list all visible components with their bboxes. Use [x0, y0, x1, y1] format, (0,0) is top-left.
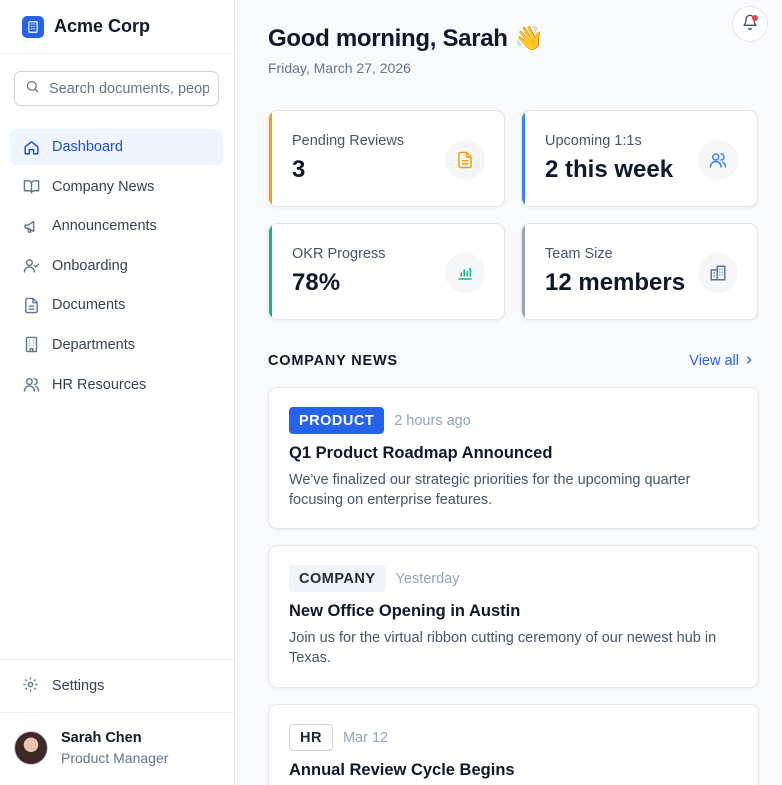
- news-title: New Office Opening in Austin: [289, 602, 521, 620]
- news-title: Q1 Product Roadmap Announced: [289, 444, 553, 462]
- main-content: Good morning, Sarah 👋 Friday, March 27, …: [236, 0, 782, 785]
- settings-label: Settings: [52, 678, 105, 694]
- building-icon: [698, 253, 738, 293]
- sidebar-item-label: Onboarding: [52, 257, 128, 274]
- stat-accent-bar: [522, 111, 525, 206]
- stat-label: OKR Progress: [292, 246, 386, 262]
- app-name: Acme Corp: [54, 16, 151, 36]
- user-profile[interactable]: Sarah Chen Product Manager: [14, 730, 168, 766]
- sidebar-item-label: Announcements: [52, 218, 157, 235]
- news-card[interactable]: PRODUCT 2 hours ago Q1 Product Roadmap A…: [268, 387, 759, 529]
- stat-value: 78%: [292, 269, 341, 296]
- stat-value: 3: [292, 156, 306, 183]
- megaphone-icon: [22, 217, 40, 235]
- sidebar-item-departments[interactable]: Departments: [10, 327, 223, 363]
- category-tag: HR: [289, 724, 333, 751]
- stat-card-team-size[interactable]: Team Size 12 members: [521, 223, 758, 320]
- users-icon: [698, 140, 738, 180]
- sidebar-item-label: HR Resources: [52, 376, 147, 393]
- current-date: Friday, March 27, 2026: [268, 60, 411, 76]
- user-check-icon: [22, 257, 40, 275]
- news-body: We've finalized our strategic priorities…: [289, 472, 691, 508]
- news-title: Annual Review Cycle Begins: [289, 761, 515, 779]
- user-role: Product Manager: [61, 750, 169, 766]
- bar-chart-icon: [445, 253, 485, 293]
- sidebar-item-hr-resources[interactable]: HR Resources: [10, 367, 223, 403]
- sidebar-item-company-news[interactable]: Company News: [10, 169, 223, 205]
- stat-accent-bar: [522, 224, 525, 319]
- stat-label: Team Size: [545, 246, 613, 262]
- users-icon: [22, 376, 40, 394]
- sidebar-item-documents[interactable]: Documents: [10, 287, 223, 323]
- stat-label: Upcoming 1:1s: [545, 133, 642, 149]
- sidebar-item-dashboard[interactable]: Dashboard: [10, 129, 223, 165]
- chevron-right-icon: [744, 353, 754, 369]
- brand[interactable]: Acme Corp: [0, 0, 234, 54]
- stat-accent-bar: [269, 224, 272, 319]
- home-icon: [22, 138, 40, 156]
- file-text-icon: [22, 296, 40, 314]
- sidebar: Acme Corp Dashboard Company News Announc…: [0, 0, 235, 785]
- notifications-button[interactable]: [732, 6, 768, 42]
- search-input[interactable]: [49, 80, 209, 97]
- stat-card-upcoming-1on1s[interactable]: Upcoming 1:1s 2 this week: [521, 110, 758, 207]
- sidebar-item-settings[interactable]: Settings: [0, 659, 234, 713]
- stat-value: 12 members: [545, 269, 686, 296]
- stat-label: Pending Reviews: [292, 133, 405, 149]
- sidebar-item-label: Documents: [52, 297, 126, 314]
- stat-card-okr-progress[interactable]: OKR Progress 78%: [268, 223, 505, 320]
- avatar: [14, 731, 48, 765]
- news-card[interactable]: COMPANY Yesterday New Office Opening in …: [268, 545, 759, 688]
- sidebar-item-label: Dashboard: [52, 139, 123, 155]
- book-open-icon: [22, 178, 40, 196]
- news-time: Mar 12: [342, 729, 389, 746]
- gear-icon: [22, 676, 39, 697]
- page-title: Good morning, Sarah 👋: [268, 25, 544, 52]
- category-tag: PRODUCT: [289, 407, 385, 434]
- stat-value: 2 this week: [545, 156, 674, 183]
- news-card[interactable]: HR Mar 12 Annual Review Cycle Begins: [268, 704, 759, 785]
- news-body: Join us for the virtual ribbon cutting c…: [289, 630, 717, 666]
- view-all-link[interactable]: View all: [689, 353, 754, 369]
- file-text-icon: [445, 140, 485, 180]
- sidebar-nav: Dashboard Company News Announcements Onb…: [10, 129, 223, 406]
- news-time: 2 hours ago: [394, 412, 471, 429]
- sidebar-item-announcements[interactable]: Announcements: [10, 208, 223, 244]
- category-tag: COMPANY: [289, 565, 386, 592]
- notification-dot: [752, 15, 758, 21]
- search-box[interactable]: [14, 71, 219, 106]
- user-name: Sarah Chen: [61, 730, 142, 746]
- news-time: Yesterday: [395, 570, 460, 587]
- stat-accent-bar: [269, 111, 272, 206]
- sidebar-item-label: Departments: [52, 336, 136, 353]
- search-icon: [25, 79, 40, 99]
- building-logo-icon: [22, 15, 44, 38]
- sidebar-item-onboarding[interactable]: Onboarding: [10, 248, 223, 284]
- sidebar-item-label: Company News: [52, 178, 155, 195]
- building-icon: [22, 336, 40, 354]
- view-all-label: View all: [689, 353, 739, 369]
- section-heading-company-news: COMPANY NEWS: [268, 353, 398, 369]
- stat-card-pending-reviews[interactable]: Pending Reviews 3: [268, 110, 505, 207]
